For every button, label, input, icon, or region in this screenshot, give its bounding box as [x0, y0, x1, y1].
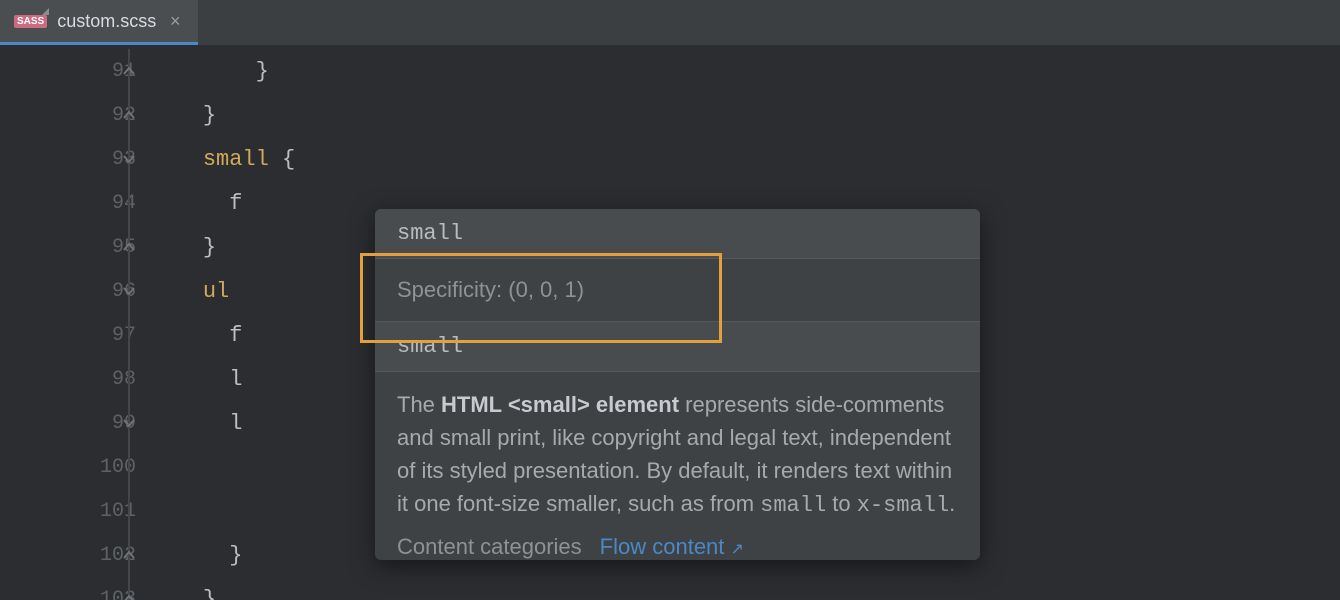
- gutter-row: 93: [0, 137, 150, 181]
- code-line[interactable]: small {: [150, 137, 1340, 181]
- line-number: 101: [76, 500, 136, 523]
- gutter-row: 94: [0, 181, 150, 225]
- popup-specificity: Specificity: (0, 0, 1): [375, 259, 980, 322]
- gutter-row: 96: [0, 269, 150, 313]
- gutter-row: 101: [0, 489, 150, 533]
- gutter-row: 102: [0, 533, 150, 577]
- popup-code: small: [760, 493, 826, 518]
- gutter-row: 103: [0, 577, 150, 600]
- editor: 919293 94 9596 97 98 99 100 101 102103 } } small…: [0, 45, 1340, 600]
- tab-bar: SASS custom.scss ×: [0, 0, 1340, 45]
- fold-end-icon[interactable]: [120, 546, 138, 564]
- popup-selector-header: small: [375, 209, 980, 259]
- line-number: 100: [76, 456, 136, 479]
- line-number: 98: [76, 368, 136, 391]
- flow-content-link[interactable]: Flow content ↗: [600, 534, 744, 560]
- popup-bold: HTML <small> element: [441, 392, 679, 417]
- popup-description: The HTML <small> element represents side…: [375, 372, 980, 530]
- file-tab[interactable]: SASS custom.scss ×: [0, 0, 198, 45]
- popup-footer: Content categories Flow content ↗: [375, 530, 980, 560]
- code-line[interactable]: }: [150, 577, 1340, 600]
- fold-end-icon[interactable]: [120, 238, 138, 256]
- code-line[interactable]: }: [150, 49, 1340, 93]
- fold-end-icon[interactable]: [120, 106, 138, 124]
- gutter-row: 97: [0, 313, 150, 357]
- fold-end-icon[interactable]: [120, 62, 138, 80]
- link-text: Flow content: [600, 534, 725, 559]
- fold-start-icon[interactable]: [120, 150, 138, 168]
- gutter-row: 99: [0, 401, 150, 445]
- line-number: 94: [76, 192, 136, 215]
- popup-footer-label: Content categories: [397, 534, 582, 560]
- fold-end-icon[interactable]: [120, 590, 138, 600]
- popup-code: x-small: [857, 493, 949, 518]
- gutter-row: 98: [0, 357, 150, 401]
- code-area[interactable]: } } small { f } ul f l l } } small Speci…: [150, 45, 1340, 600]
- documentation-popup: small Specificity: (0, 0, 1) small The H…: [375, 209, 980, 560]
- popup-element-header: small: [375, 322, 980, 372]
- line-number: 97: [76, 324, 136, 347]
- popup-text: to: [826, 491, 857, 516]
- tab-title: custom.scss: [57, 11, 156, 32]
- gutter-row: 91: [0, 49, 150, 93]
- sass-file-icon: SASS: [14, 15, 47, 28]
- gutter-row: 95: [0, 225, 150, 269]
- close-tab-button[interactable]: ×: [166, 11, 184, 32]
- fold-start-icon[interactable]: [120, 414, 138, 432]
- gutter: 919293 94 9596 97 98 99 100 101 102103: [0, 45, 150, 600]
- external-link-icon: ↗: [731, 541, 744, 558]
- fold-start-icon[interactable]: [120, 282, 138, 300]
- gutter-row: 92: [0, 93, 150, 137]
- popup-text: .: [949, 491, 955, 516]
- popup-text: The: [397, 392, 441, 417]
- gutter-row: 100: [0, 445, 150, 489]
- code-line[interactable]: }: [150, 93, 1340, 137]
